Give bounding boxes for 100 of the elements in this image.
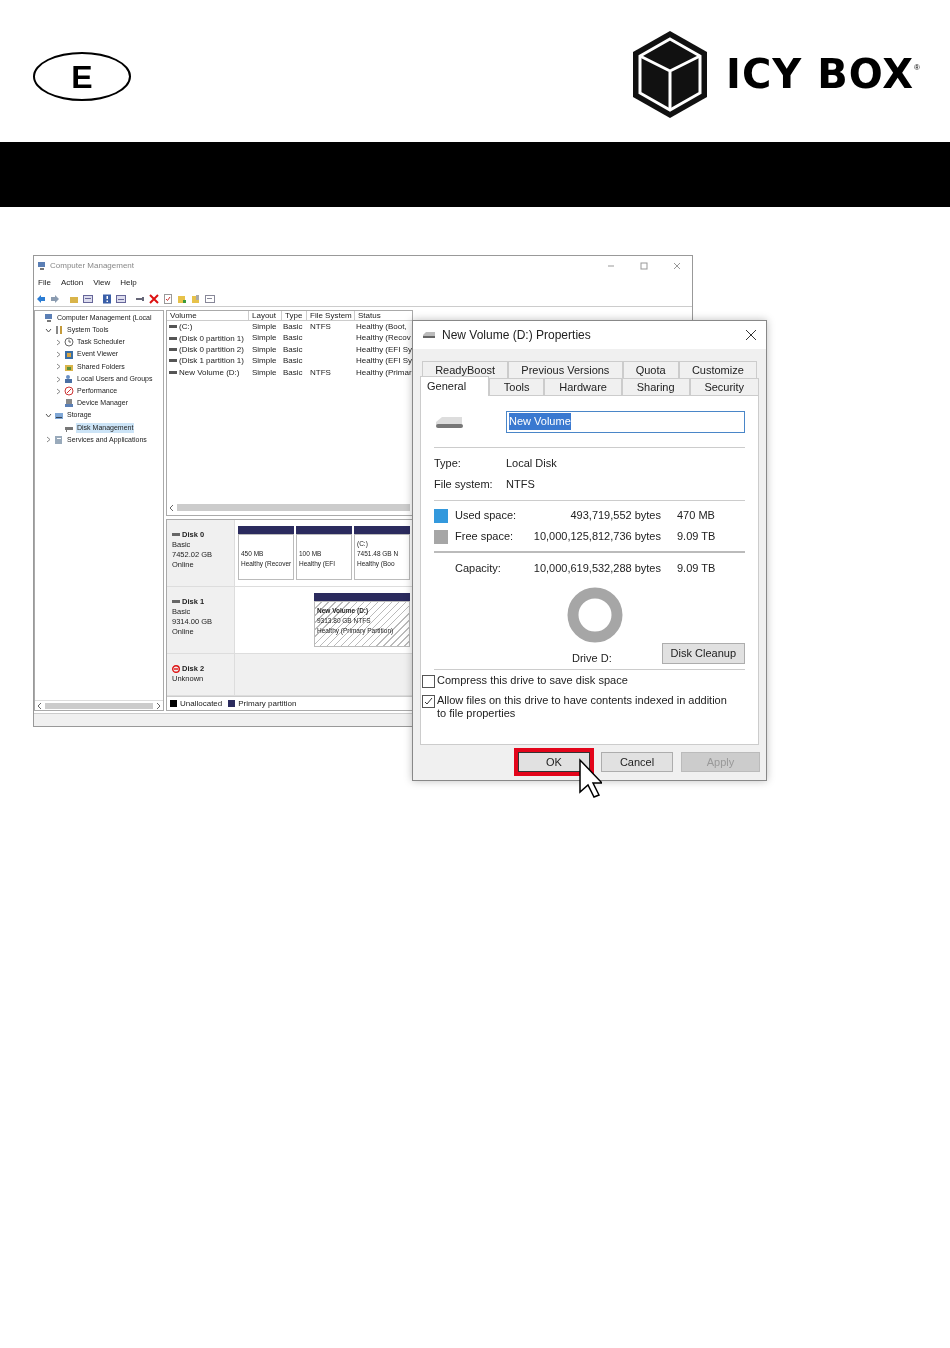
chevron-right-icon[interactable]	[55, 363, 62, 371]
field-label: File system:	[434, 477, 494, 493]
delete-icon[interactable]	[149, 293, 159, 304]
byte-count: 493,719,552 bytes	[569, 508, 661, 524]
table-cell-text: Simple	[251, 332, 278, 344]
table-cell: Healthy (Primar	[355, 366, 412, 378]
drive-label: Drive D:	[572, 650, 612, 666]
usage-ring-drawing	[565, 586, 624, 644]
table-cell[interactable]: New Volume (D:)	[179, 366, 240, 378]
table-cell-text: NTFS	[309, 366, 332, 378]
chevron-down-icon[interactable]	[45, 412, 52, 420]
tab[interactable]: Customize	[678, 361, 757, 378]
field-value: NTFS	[506, 477, 535, 493]
tab[interactable]: Security	[689, 378, 759, 395]
scroll-left-icon[interactable]	[169, 504, 174, 511]
table-cell-text: Basic	[282, 343, 304, 356]
table-cell[interactable]: (Disk 0 partition 2)	[179, 343, 244, 355]
tab[interactable]: Hardware	[544, 378, 622, 395]
storage-icon	[54, 410, 64, 421]
services-icon	[54, 434, 64, 445]
table-cell[interactable]: (Disk 0 partition 1)	[179, 332, 244, 344]
maximize-icon[interactable]	[640, 261, 648, 270]
menu-item[interactable]: Help	[120, 277, 137, 289]
checkbox-label[interactable]: Allow files on this drive to have contents indexed in addition to file properties	[437, 694, 737, 720]
table-cell[interactable]: (C:)	[179, 321, 193, 333]
partition-header	[296, 526, 352, 534]
table-cell: Healthy (Recov	[355, 332, 412, 344]
chevron-right-icon[interactable]	[55, 351, 62, 359]
computer-icon	[44, 313, 54, 324]
horizontal-scrollbar[interactable]	[167, 503, 412, 512]
folder-icon[interactable]	[191, 293, 201, 304]
users-icon	[64, 374, 74, 385]
table-cell-text: Simple	[251, 355, 278, 367]
partition-header	[238, 526, 294, 534]
table-cell: Healthy (EFI Sy	[355, 343, 412, 356]
column-header[interactable]: Status	[355, 311, 412, 321]
table-cell-text: Simple	[251, 366, 278, 378]
dialog-button[interactable]: Cancel	[601, 752, 673, 772]
logo-text: ICY BOX	[726, 54, 915, 94]
field-value: Local Disk	[506, 456, 557, 472]
chevron-right-icon[interactable]	[45, 436, 52, 444]
close-icon[interactable]	[745, 329, 757, 341]
tab[interactable]: Quota	[622, 361, 679, 378]
folder-icon[interactable]	[177, 293, 187, 304]
tab[interactable]: ReadyBoost	[422, 361, 509, 378]
panel-icon[interactable]	[116, 293, 126, 304]
horizontal-scrollbar[interactable]	[35, 700, 163, 710]
tab[interactable]: Previous Versions	[508, 361, 623, 378]
window-title: Computer Management	[50, 259, 135, 272]
list-icon[interactable]	[205, 293, 215, 304]
column-header[interactable]: Volume	[167, 311, 249, 321]
checkbox-label[interactable]: Compress this drive to save disk space	[437, 674, 737, 687]
forward-arrow-icon[interactable]	[50, 293, 60, 304]
column-header[interactable]: Type	[282, 311, 307, 321]
menu-item[interactable]: File	[38, 277, 51, 289]
size-value: 470 MB	[677, 508, 715, 524]
chevron-right-icon[interactable]	[55, 375, 62, 383]
table-cell-text: Healthy (Boot,	[355, 321, 408, 333]
scroll-left-icon[interactable]	[37, 702, 42, 709]
checklist-icon[interactable]	[163, 293, 173, 304]
chevron-right-icon[interactable]	[55, 387, 62, 395]
language-badge: E	[33, 52, 131, 101]
field-label: Capacity:	[455, 560, 502, 576]
back-arrow-icon[interactable]	[36, 293, 46, 304]
clock-icon	[64, 337, 74, 348]
computer-icon	[37, 260, 47, 271]
column-header[interactable]: File System	[307, 311, 355, 321]
table-cell: Healthy (EFI Sy	[355, 355, 412, 367]
menu-item[interactable]: View	[93, 277, 111, 289]
table-cell-text: NTFS	[309, 321, 332, 333]
column-header[interactable]: Layout	[249, 311, 282, 321]
tab[interactable]: Sharing	[621, 378, 690, 395]
table-cell-text: Basic	[282, 332, 304, 344]
check-icon	[424, 697, 433, 706]
panel-icon[interactable]	[83, 293, 93, 304]
field-label: Free space:	[455, 529, 515, 545]
disk-cleanup-button[interactable]: Disk Cleanup	[661, 643, 745, 664]
checkbox[interactable]	[422, 675, 435, 688]
field-label: Used space:	[455, 508, 518, 524]
cube-logo-icon	[631, 29, 710, 119]
table-cell-text: Basic	[282, 355, 304, 367]
size-value: 9.09 TB	[677, 529, 716, 545]
help-icon[interactable]	[102, 293, 112, 304]
tab[interactable]: General	[420, 376, 489, 396]
chevron-right-icon[interactable]	[55, 338, 62, 346]
legend-label: Primary partition	[238, 697, 297, 710]
gauge-icon	[64, 386, 74, 397]
scroll-right-icon[interactable]	[156, 702, 161, 709]
chevron-down-icon[interactable]	[45, 326, 52, 334]
table-cell-text: Basic	[282, 366, 304, 378]
size-value: 9.09 TB	[677, 560, 716, 576]
menu-item[interactable]: Action	[60, 277, 84, 289]
field-label: Type:	[434, 456, 462, 472]
drive-icon	[434, 414, 464, 429]
table-cell[interactable]: (Disk 1 partition 1)	[179, 355, 244, 367]
checkbox[interactable]	[422, 695, 435, 708]
tab[interactable]: Tools	[488, 378, 545, 395]
name-field[interactable]: New Volume	[506, 410, 745, 433]
table-cell-text: Simple	[251, 321, 278, 333]
byte-count: 10,000,619,532,288 bytes	[532, 560, 661, 576]
